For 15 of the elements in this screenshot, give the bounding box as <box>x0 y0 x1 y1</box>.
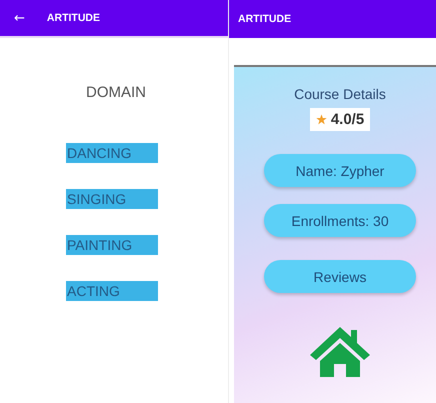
back-button[interactable]: ← <box>14 10 25 26</box>
domain-heading: DOMAIN <box>85 84 147 101</box>
app-title: ARTITUDE <box>238 13 292 25</box>
info-button[interactable]: Name: Zypher <box>264 154 416 187</box>
card-title: Course Details <box>294 86 386 102</box>
info-button[interactable]: Enrollments: 30 <box>264 204 416 237</box>
home-icon[interactable] <box>310 325 370 377</box>
domain-button[interactable]: ACTING <box>66 281 158 301</box>
domain-button[interactable]: PAINTING <box>66 235 158 255</box>
reviews-button[interactable]: Reviews <box>264 260 416 293</box>
app-title: ARTITUDE <box>46 12 100 24</box>
domain-button[interactable]: SINGING <box>66 189 158 209</box>
domain-button[interactable]: DANCING <box>66 143 158 163</box>
rating-value: 4.0/5 <box>330 111 364 128</box>
star-icon <box>316 114 327 125</box>
